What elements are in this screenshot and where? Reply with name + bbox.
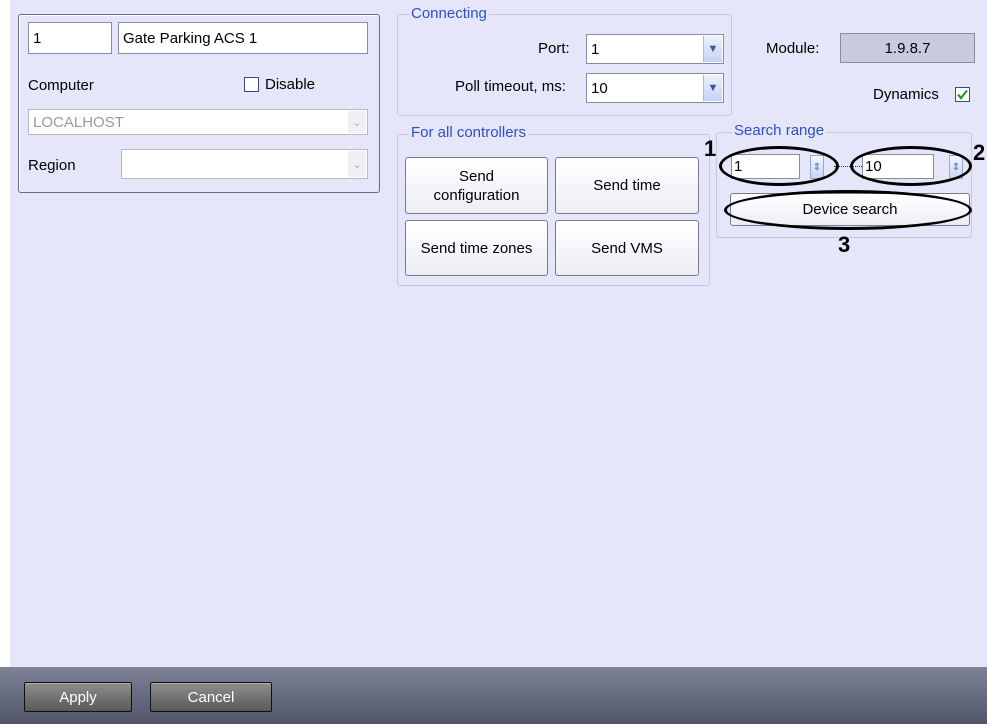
module-version: 1.9.8.7 <box>884 39 931 57</box>
chevron-down-icon: ⌄ <box>348 151 366 177</box>
chevron-down-icon[interactable]: ▼ <box>703 36 722 62</box>
callout-oval-1 <box>719 146 839 186</box>
send-configuration-label: Send configuration <box>433 167 520 204</box>
poll-timeout-value: 10 <box>591 79 608 97</box>
footer-bar <box>0 667 987 724</box>
search-range-title: Search range <box>732 122 827 139</box>
controllers-title: For all controllers <box>409 124 529 141</box>
port-value: 1 <box>591 40 600 58</box>
port-label: Port: <box>538 40 570 57</box>
send-time-label: Send time <box>593 177 661 194</box>
computer-value: LOCALHOST <box>33 113 124 131</box>
region-select[interactable]: ⌄ <box>121 149 368 179</box>
dynamics-label: Dynamics <box>873 86 939 103</box>
send-vms-label: Send VMS <box>591 239 663 257</box>
callout-number-2: 2 <box>973 140 986 165</box>
callout-oval-3 <box>724 190 972 230</box>
callout-number-1: 1 <box>704 136 717 161</box>
module-version-field: 1.9.8.7 <box>840 33 975 63</box>
chevron-down-icon[interactable]: ▼ <box>703 75 722 101</box>
dynamics-checkbox[interactable] <box>955 87 970 102</box>
send-time-button[interactable]: Send time <box>555 157 699 214</box>
send-configuration-button[interactable]: Send configuration <box>405 157 548 214</box>
object-id-field[interactable]: 1 <box>28 22 112 54</box>
computer-select[interactable]: LOCALHOST ⌄ <box>28 109 368 135</box>
callout-oval-2 <box>850 146 972 186</box>
apply-label: Apply <box>59 688 97 706</box>
poll-timeout-select[interactable]: 10 ▼ <box>586 73 724 103</box>
cancel-label: Cancel <box>187 688 235 706</box>
disable-checkbox[interactable] <box>244 77 259 92</box>
module-label: Module: <box>766 40 820 57</box>
disable-label: Disable <box>265 76 316 93</box>
chevron-down-icon: ⌄ <box>348 111 366 133</box>
apply-button[interactable]: Apply <box>24 682 132 712</box>
send-time-zones-label: Send time zones <box>420 239 533 257</box>
send-time-zones-button[interactable]: Send time zones <box>405 220 548 276</box>
callout-number-3: 3 <box>838 232 851 257</box>
port-select[interactable]: 1 ▼ <box>586 34 724 64</box>
poll-timeout-label: Poll timeout, ms: <box>455 78 566 95</box>
computer-label: Computer <box>28 77 94 94</box>
region-label: Region <box>28 157 76 174</box>
checkmark-icon <box>957 89 968 100</box>
send-vms-button[interactable]: Send VMS <box>555 220 699 276</box>
object-name-field[interactable]: Gate Parking ACS 1 <box>118 22 368 54</box>
cancel-button[interactable]: Cancel <box>150 682 272 712</box>
connecting-title: Connecting <box>409 5 489 22</box>
